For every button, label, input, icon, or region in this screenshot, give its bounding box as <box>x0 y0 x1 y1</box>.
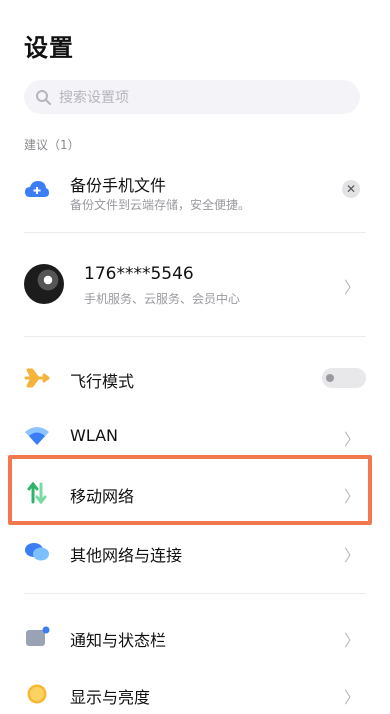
close-icon[interactable]: ✕ <box>342 180 360 198</box>
search-bar[interactable]: 搜索设置项 <box>24 80 360 114</box>
suggestion-title: 备份手机文件 <box>70 176 167 195</box>
cloud-upload-icon <box>25 181 49 197</box>
airplane-mode-toggle[interactable] <box>322 368 366 388</box>
display-brightness-label: 显示与亮度 <box>70 688 151 707</box>
suggestion-section-label: 建议（1） <box>24 138 80 152</box>
other-network-item[interactable]: 其他网络与连接 〉 <box>24 532 366 572</box>
chevron-right-icon: 〉 <box>343 688 360 707</box>
other-network-label: 其他网络与连接 <box>70 546 183 565</box>
divider <box>24 232 366 233</box>
highlight-box <box>8 455 372 525</box>
airplane-icon <box>24 368 50 388</box>
airplane-mode-label: 飞行模式 <box>70 372 135 391</box>
wifi-icon <box>25 427 49 445</box>
suggestion-backup-item[interactable]: 备份手机文件 备份文件到云端存储，安全便捷。 ✕ <box>24 168 366 214</box>
other-network-icon <box>25 543 49 561</box>
chevron-right-icon: 〉 <box>343 430 360 449</box>
brightness-icon <box>27 684 47 704</box>
suggestion-subtitle: 备份文件到云端存储，安全便捷。 <box>70 198 251 212</box>
search-placeholder: 搜索设置项 <box>59 90 129 106</box>
toggle-knob <box>326 374 334 382</box>
divider <box>24 593 366 594</box>
chevron-right-icon: 〉 <box>343 546 360 565</box>
wlan-item[interactable]: WLAN 〉 <box>24 416 366 456</box>
account-number: 176****5546 <box>84 264 194 284</box>
account-item[interactable]: 176****5546 手机服务、云服务、会员中心 〉 <box>24 258 366 310</box>
airplane-mode-item[interactable]: 飞行模式 <box>24 358 366 398</box>
notification-icon <box>26 626 50 646</box>
notification-label: 通知与状态栏 <box>70 631 167 650</box>
search-icon <box>36 90 51 105</box>
wlan-label: WLAN <box>70 426 119 445</box>
chevron-right-icon: 〉 <box>343 631 360 650</box>
notification-item[interactable]: 通知与状态栏 〉 <box>24 617 366 657</box>
avatar <box>24 264 64 304</box>
page-title: 设置 <box>24 34 74 62</box>
chevron-right-icon: 〉 <box>343 278 360 297</box>
display-brightness-item[interactable]: 显示与亮度 〉 <box>24 674 366 714</box>
divider <box>24 336 366 337</box>
account-subtitle: 手机服务、云服务、会员中心 <box>84 292 241 306</box>
